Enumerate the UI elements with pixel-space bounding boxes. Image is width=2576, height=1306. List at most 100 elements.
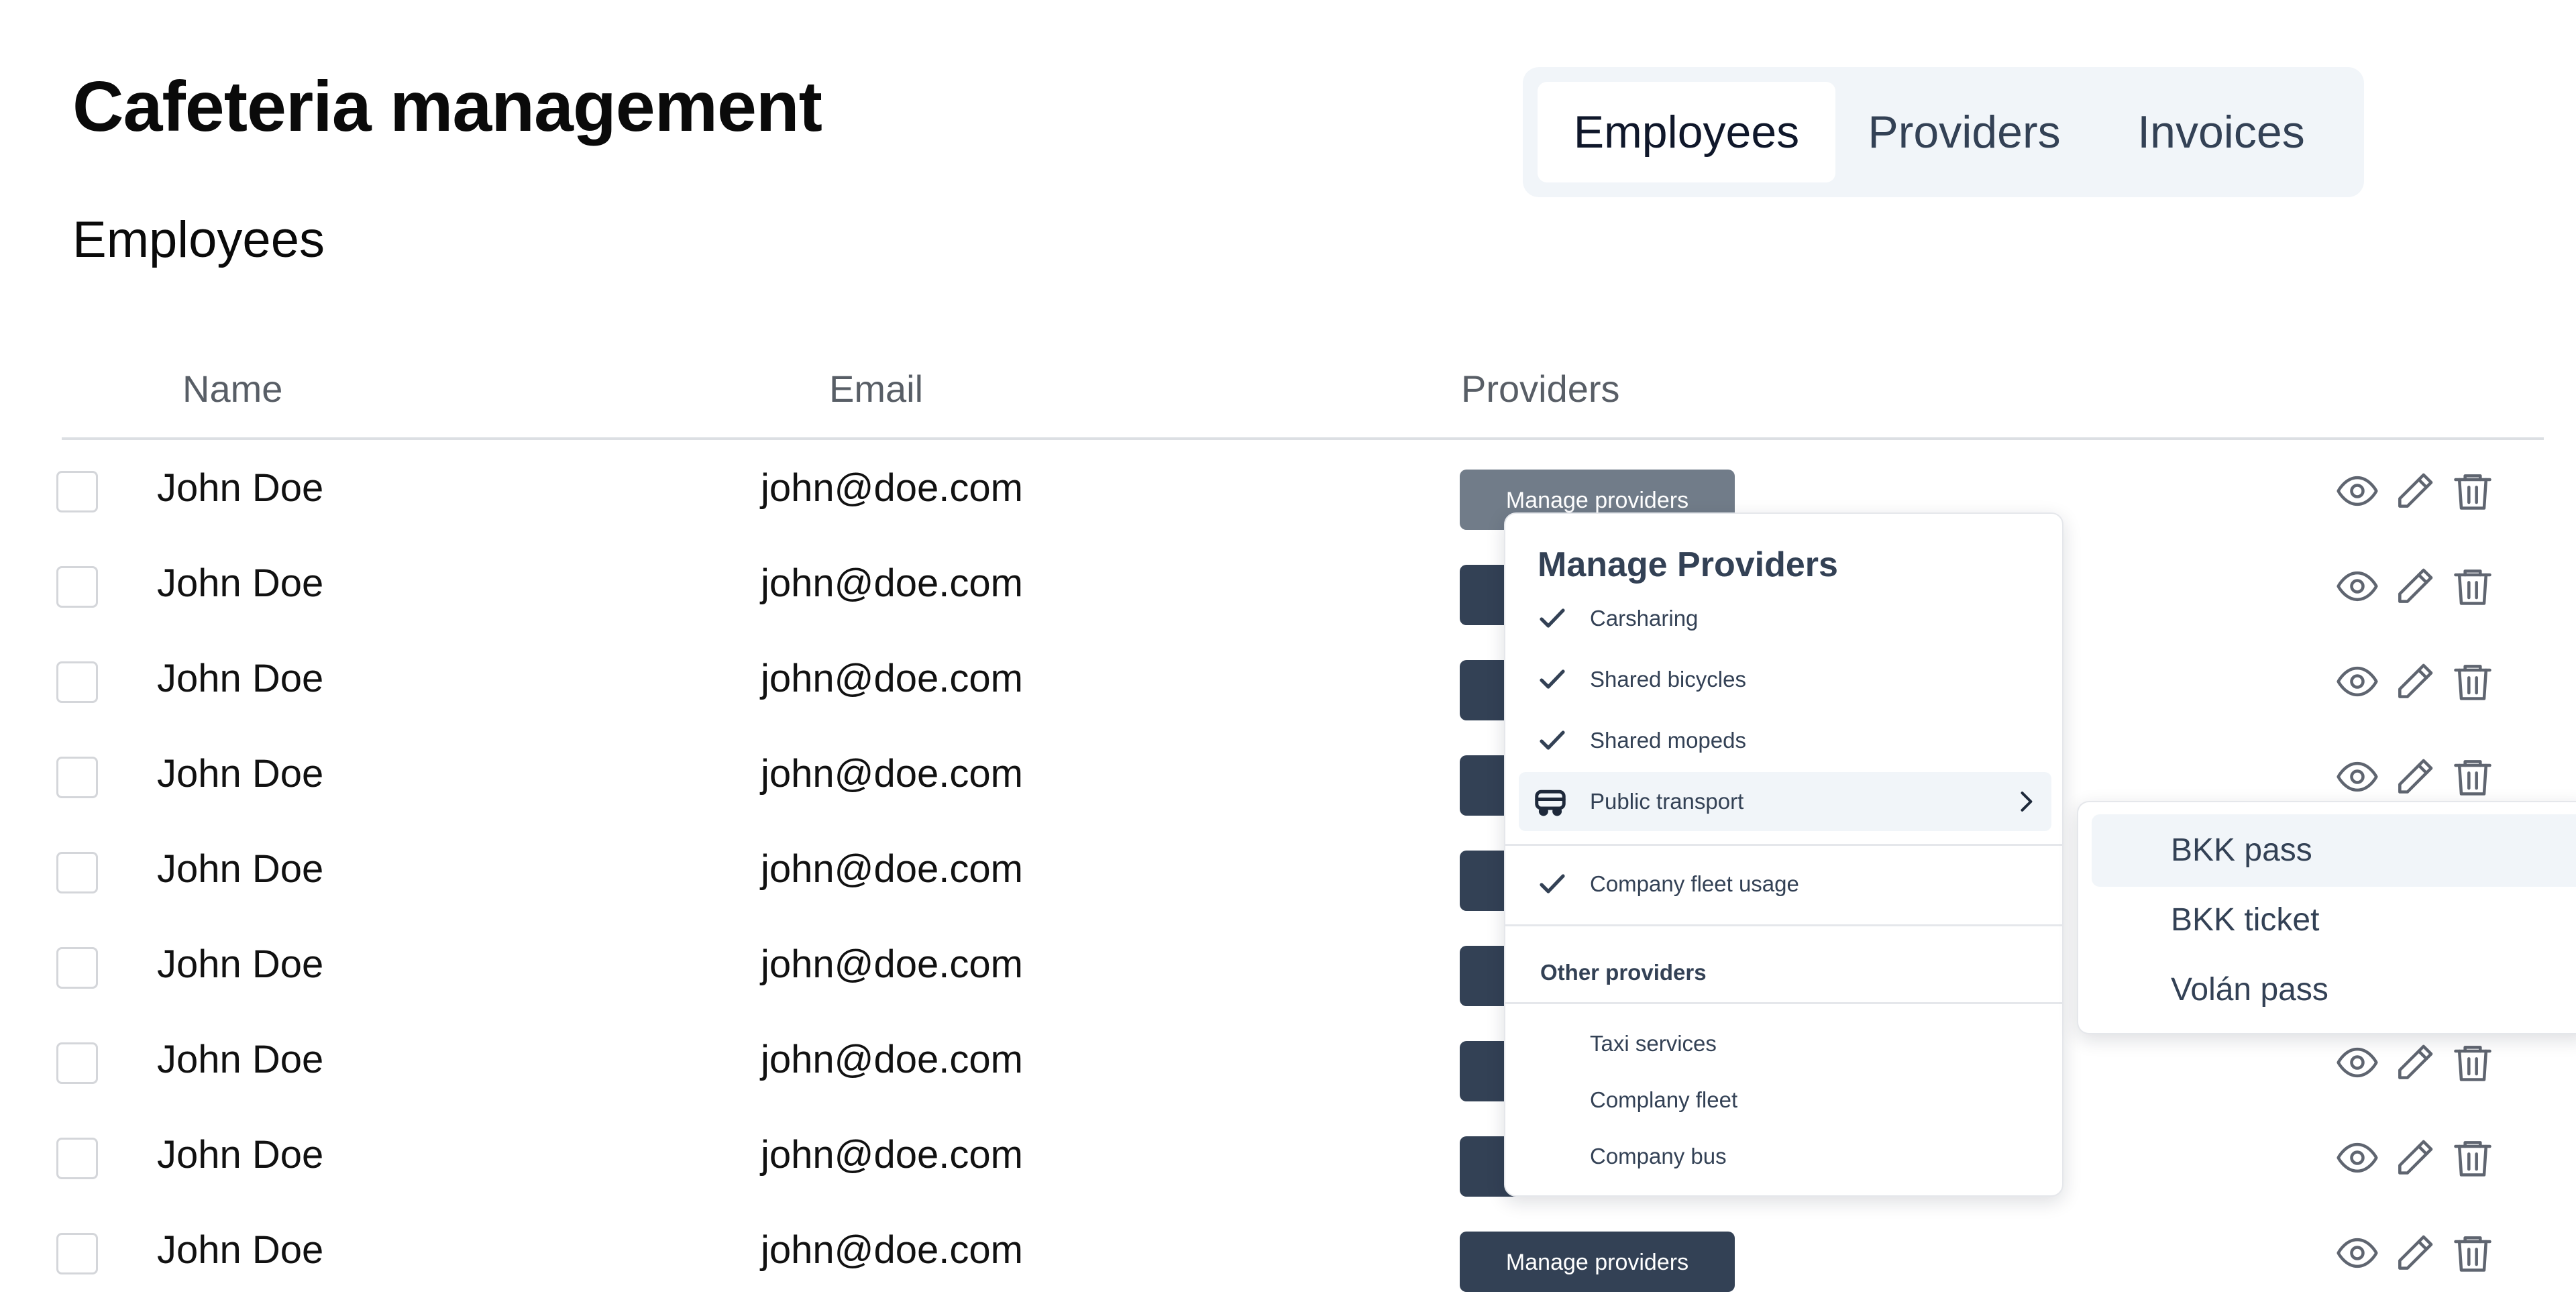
row-checkbox[interactable] [56,947,98,989]
row-actions [2334,754,2496,801]
pencil-icon[interactable] [2392,1230,2438,1276]
employee-name: John Doe [157,1133,324,1177]
menu-item-company-fleet-usage[interactable]: Company fleet usage [1519,855,2051,914]
menu-item-carsharing[interactable]: Carsharing [1519,589,2051,648]
eye-icon[interactable] [2334,468,2380,514]
row-actions [2334,1040,2496,1087]
check-icon [1540,669,1565,689]
menu-item-label: Complany fleet [1590,1087,1738,1112]
menu-item-label: Company bus [1590,1144,1727,1168]
menu-divider [1505,924,2062,926]
menu-title: Manage Providers [1538,545,1838,584]
table-row: John Doe john@doe.com Manage providers [0,1115,2576,1210]
pencil-icon[interactable] [2392,468,2438,514]
submenu-item-bkk-pass[interactable]: BKK pass [2092,814,2576,887]
row-actions [2334,468,2496,515]
menu-item-label: Shared mopeds [1590,728,1746,753]
table-row: John Doe john@doe.com Manage providers [0,639,2576,734]
trash-icon[interactable] [2450,754,2496,800]
eye-icon[interactable] [2334,1040,2380,1085]
menu-item-label: Carsharing [1590,606,1699,631]
employee-email: john@doe.com [761,1133,1023,1177]
row-checkbox[interactable] [56,1233,98,1274]
row-actions [2334,563,2496,610]
pencil-icon[interactable] [2392,563,2438,609]
employee-name: John Doe [157,1038,324,1081]
submenu-item-volan-pass[interactable]: Volán pass [2092,954,2576,1026]
employee-email: john@doe.com [761,847,1023,891]
tab-providers[interactable]: Providers [1847,82,2081,182]
employee-name: John Doe [157,942,324,986]
trash-icon[interactable] [2450,468,2496,514]
pencil-icon[interactable] [2392,1135,2438,1181]
row-checkbox[interactable] [56,852,98,893]
pencil-icon[interactable] [2392,754,2438,800]
row-checkbox[interactable] [56,661,98,703]
employee-name: John Doe [157,1228,324,1272]
menu-item-label: Taxi services [1590,1031,1717,1056]
pencil-icon[interactable] [2392,659,2438,704]
menu-item-label: Shared bicycles [1590,667,1746,692]
column-header-providers[interactable]: Providers [1461,362,1620,416]
table-row: John Doe john@doe.com Manage providers [0,1210,2576,1305]
employee-name: John Doe [157,752,324,796]
menu-item-label: Company fleet usage [1590,871,1799,896]
menu-item-company-bus[interactable]: Company bus [1519,1127,2051,1186]
menu-item-public-transport[interactable]: Public transport [1519,772,2051,831]
tab-invoices[interactable]: Invoices [2093,82,2349,182]
page-title: Cafeteria management [72,67,822,146]
manage-providers-button[interactable]: Manage providers [1460,1232,1735,1292]
tab-employees[interactable]: Employees [1538,82,1835,182]
check-icon [1540,608,1565,628]
row-checkbox[interactable] [56,566,98,608]
eye-icon[interactable] [2334,1135,2380,1181]
eye-icon[interactable] [2334,1230,2380,1276]
submenu-item-label: Volán pass [2171,972,2328,1008]
manage-providers-menu: Manage Providers Carsharing Shared bicyc… [1504,512,2063,1197]
row-checkbox[interactable] [56,757,98,798]
employee-email: john@doe.com [761,657,1023,700]
trash-icon[interactable] [2450,1230,2496,1276]
employee-email: john@doe.com [761,1038,1023,1081]
bus-icon [1535,790,1566,816]
row-checkbox[interactable] [56,1042,98,1084]
row-actions [2334,659,2496,706]
menu-item-taxi-services[interactable]: Taxi services [1519,1014,2051,1073]
submenu-item-label: BKK pass [2171,832,2312,868]
submenu-item-label: BKK ticket [2171,902,2320,938]
trash-icon[interactable] [2450,659,2496,704]
employee-name: John Doe [157,561,324,605]
pencil-icon[interactable] [2392,1040,2438,1085]
eye-icon[interactable] [2334,659,2380,704]
eye-icon[interactable] [2334,754,2380,800]
table-row: John Doe john@doe.com Manage providers [0,448,2576,543]
menu-divider [1505,844,2062,846]
row-checkbox[interactable] [56,471,98,512]
employee-name: John Doe [157,466,324,510]
row-actions [2334,1135,2496,1182]
chevron-right-icon [2021,792,2033,812]
check-icon [1540,730,1565,750]
tab-bar: Employees Providers Invoices [1523,67,2364,197]
employee-email: john@doe.com [761,466,1023,510]
employee-name: John Doe [157,847,324,891]
menu-item-shared-bicycles[interactable]: Shared bicycles [1519,650,2051,709]
eye-icon[interactable] [2334,563,2380,609]
menu-divider [1505,1002,2062,1004]
trash-icon[interactable] [2450,1135,2496,1181]
trash-icon[interactable] [2450,563,2496,609]
menu-item-company-fleet[interactable]: Complany fleet [1519,1071,2051,1130]
check-icon [1540,874,1565,893]
trash-icon[interactable] [2450,1040,2496,1085]
column-header-name[interactable]: Name [182,362,282,416]
row-checkbox[interactable] [56,1138,98,1179]
table-row: John Doe john@doe.com Manage providers [0,543,2576,639]
column-header-email[interactable]: Email [829,362,923,416]
row-actions [2334,1230,2496,1277]
employee-name: John Doe [157,657,324,700]
menu-item-shared-mopeds[interactable]: Shared mopeds [1519,711,2051,770]
employee-email: john@doe.com [761,1228,1023,1272]
submenu-item-bkk-ticket[interactable]: BKK ticket [2092,884,2576,957]
header-divider [62,437,2544,440]
menu-item-label: Public transport [1590,789,1744,814]
